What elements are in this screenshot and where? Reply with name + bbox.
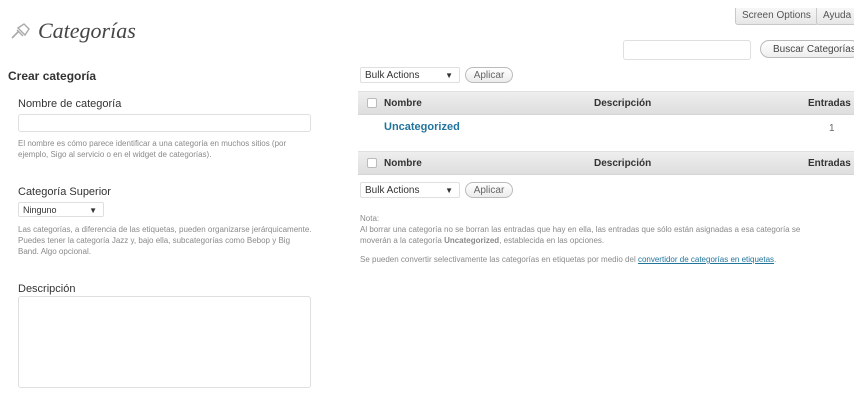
note-text-3: Se pueden convertir selectivamente las c… [360,255,636,264]
help-button[interactable]: Ayuda [816,8,854,25]
note-title: Nota: [360,214,380,223]
select-all-checkbox[interactable] [367,98,377,108]
parent-category-label: Categoría Superior [18,186,111,198]
column-descripcion-footer[interactable]: Descripción [594,158,651,169]
category-name-label: Nombre de categoría [18,98,122,110]
chevron-down-icon: ▼ [89,206,97,215]
column-nombre-footer[interactable]: Nombre [384,158,422,169]
screen-options-button[interactable]: Screen Options [735,8,819,25]
apply-button-bottom[interactable]: Aplicar [465,182,513,198]
parent-category-value: Ninguno [23,205,57,215]
parent-category-help: Las categorías, a diferencia de las etiq… [18,225,312,256]
column-descripcion[interactable]: Descripción [594,98,651,109]
column-nombre[interactable]: Nombre [384,98,422,109]
search-categories-button[interactable]: Buscar Categorías [760,40,854,58]
category-tag-converter-link[interactable]: convertidor de categorías en etiquetas [638,255,774,264]
chevron-down-icon: ▼ [445,186,453,195]
bulk-actions-select-top[interactable]: Bulk Actions ▼ [360,67,460,83]
category-name-link[interactable]: Uncategorized [384,121,460,133]
search-input[interactable] [623,40,751,60]
select-all-checkbox-footer[interactable] [367,158,377,168]
category-name-input[interactable] [18,114,311,132]
column-entradas[interactable]: Entradas [808,98,851,109]
table-footer: Nombre Descripción Entradas [358,151,854,175]
category-name-help: El nombre es cómo parece identificar a u… [18,139,287,159]
page-title: Categorías [38,18,136,43]
table-row: Uncategorized 1 [358,116,854,148]
table-header: Nombre Descripción Entradas [358,91,854,115]
note-bold-category: Uncategorized [444,236,500,245]
apply-button-top[interactable]: Aplicar [465,67,513,83]
description-textarea[interactable] [18,296,311,388]
note-paragraph-1: Al borrar una categoría no se borran las… [360,224,830,246]
parent-category-select[interactable]: Ninguno ▼ [18,202,104,217]
chevron-down-icon: ▼ [445,71,453,80]
note-end: . [774,255,777,264]
bulk-actions-select-bottom[interactable]: Bulk Actions ▼ [360,182,460,198]
create-category-heading: Crear categoría [8,69,97,83]
bulk-actions-value-bottom: Bulk Actions [365,185,420,196]
note-paragraph-2: Se pueden convertir selectivamente las c… [360,254,830,265]
category-count[interactable]: 1 [829,123,835,134]
bulk-actions-value: Bulk Actions [365,70,420,81]
note-text-2: , establecida en las opciones. [499,236,605,245]
column-entradas-footer[interactable]: Entradas [808,158,851,169]
description-label: Descripción [18,283,76,295]
pushpin-icon [11,23,30,39]
